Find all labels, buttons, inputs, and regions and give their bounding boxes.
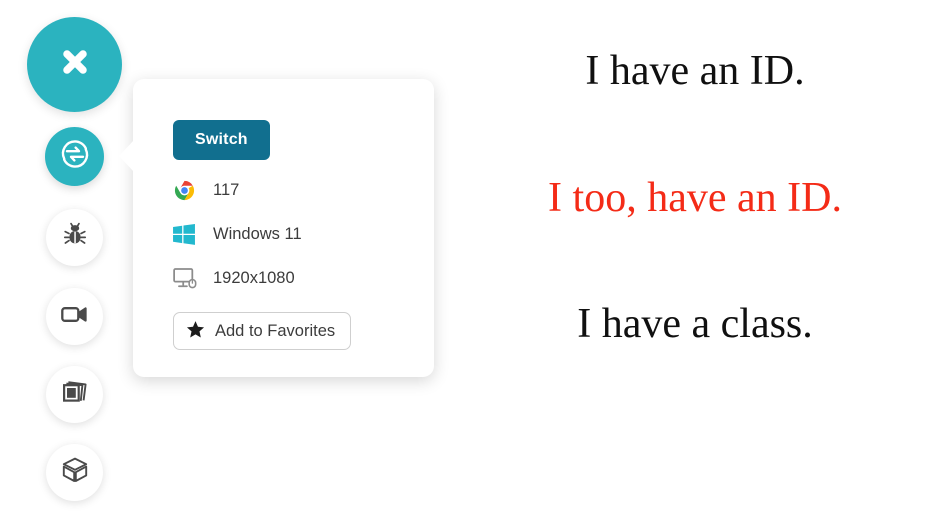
add-to-favorites-button[interactable]: Add to Favorites	[173, 312, 352, 350]
content-line-id: I have an ID.	[585, 48, 805, 94]
star-icon	[186, 320, 205, 342]
switch-browser-button[interactable]	[45, 127, 104, 186]
record-video-button[interactable]	[46, 288, 103, 345]
close-x-icon	[55, 42, 95, 87]
content-line-class: I have a class.	[577, 301, 813, 347]
chrome-icon	[173, 176, 203, 204]
os-label: Windows 11	[213, 224, 302, 243]
stacked-photos-icon	[61, 379, 89, 410]
local-testing-button[interactable]	[46, 444, 103, 501]
info-row-os: Windows 11	[173, 220, 416, 248]
video-camera-icon	[60, 303, 89, 330]
close-button[interactable]	[27, 17, 122, 112]
browser-version-label: 117	[213, 180, 240, 199]
bug-icon	[62, 222, 88, 253]
session-info-panel: Switch 117 Windows 11 1920x1080 Add to F…	[119, 79, 434, 377]
add-to-favorites-label: Add to Favorites	[215, 321, 336, 340]
content-line-id-red: I too, have an ID.	[548, 175, 842, 221]
switch-button[interactable]: Switch	[173, 120, 270, 160]
windows-icon	[173, 220, 203, 248]
panel-pointer-notch	[119, 140, 134, 172]
monitor-icon	[173, 264, 203, 292]
report-bug-button[interactable]	[46, 209, 103, 266]
screenshots-button[interactable]	[46, 366, 103, 423]
switch-arrows-icon	[57, 136, 93, 177]
info-row-browser: 117	[173, 176, 416, 204]
info-row-resolution: 1920x1080	[173, 264, 416, 292]
page-content: I have an ID. I too, have an ID. I have …	[460, 0, 930, 511]
cube-icon	[61, 456, 89, 489]
resolution-label: 1920x1080	[213, 268, 295, 287]
panel-content: Switch 117 Windows 11 1920x1080 Add to F…	[173, 120, 416, 350]
